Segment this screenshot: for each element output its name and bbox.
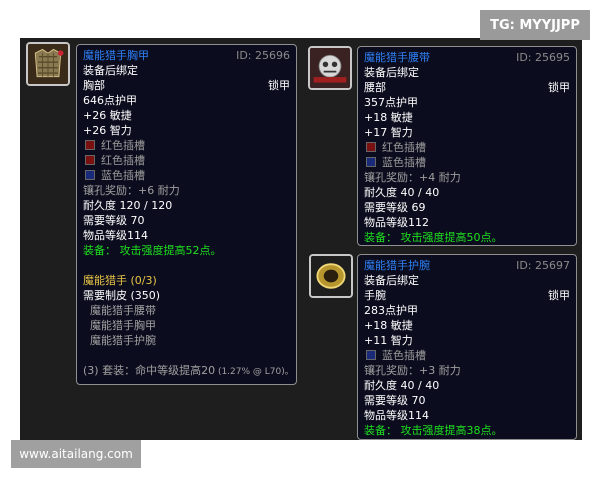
mail-belt-icon[interactable]: [308, 46, 352, 90]
socket-row: 红色插槽: [364, 140, 570, 155]
socket-bonus: 镶孔奖励：+4 耐力: [364, 171, 461, 184]
slot-text: 胸部: [83, 79, 105, 92]
item-level: 物品等级114: [83, 229, 148, 242]
tooltip-belt: 魔能猎手腰带 ID: 25695 装备后绑定 腰部 锁甲 357点护甲 +18 敏捷…: [357, 46, 577, 246]
bind-text: 装备后绑定: [364, 274, 419, 287]
socket-label: 红色插槽: [101, 139, 145, 152]
item-id: ID: 25697: [516, 259, 570, 272]
bind-text: 装备后绑定: [364, 66, 419, 79]
set-item: 魔能猎手腰带: [90, 304, 156, 317]
set-name: 魔能猎手 (0/3): [83, 274, 157, 287]
required-level: 需要等级 70: [83, 214, 145, 227]
red-socket-icon: [366, 142, 376, 152]
item-name: 魔能猎手护腕: [364, 259, 430, 272]
socket-row: 红色插槽: [83, 153, 290, 168]
armor-value: 283点护甲: [364, 304, 418, 317]
socket-row: 蓝色插槽: [83, 168, 290, 183]
equip-effect: 装备： 攻击强度提高52点。: [83, 244, 222, 257]
stat-line: +18 敏捷: [364, 319, 413, 332]
durability: 耐久度 40 / 40: [364, 379, 440, 392]
red-socket-icon: [85, 155, 95, 165]
socket-row: 红色插槽: [83, 138, 290, 153]
socket-bonus: 镶孔奖励：+6 耐力: [83, 184, 180, 197]
required-level: 需要等级 70: [364, 394, 426, 407]
set-item: 魔能猎手护腕: [90, 334, 156, 347]
blue-socket-icon: [366, 157, 376, 167]
set-bonus-detail: (1.27% @ L70)。: [215, 367, 294, 377]
set-item: 魔能猎手胸甲: [90, 319, 156, 332]
set-requirement: 需要制皮 (350): [83, 289, 161, 302]
item-level: 物品等级114: [364, 409, 429, 422]
stat-line: +26 智力: [83, 124, 132, 137]
armor-value: 357点护甲: [364, 96, 418, 109]
armor-type: 锁甲: [548, 289, 570, 302]
socket-bonus: 镶孔奖励：+3 耐力: [364, 364, 461, 377]
watermark-top: TG: MYYJJPP: [480, 10, 590, 40]
armor-type: 锁甲: [548, 81, 570, 94]
watermark-bottom: www.aitailang.com: [11, 440, 141, 468]
blue-socket-icon: [366, 350, 376, 360]
set-bonus: (3) 套装：命中等级提高20 (1.27% @ L70)。: [83, 363, 294, 378]
item-id: ID: 25696: [236, 49, 290, 62]
socket-row: 蓝色插槽: [364, 155, 570, 170]
socket-label: 红色插槽: [101, 154, 145, 167]
socket-label: 蓝色插槽: [382, 156, 426, 169]
durability: 耐久度 40 / 40: [364, 186, 440, 199]
socket-row: 蓝色插槽: [364, 348, 570, 363]
equip-effect: 装备： 攻击强度提高50点。: [364, 231, 503, 244]
item-id: ID: 25695: [516, 51, 570, 64]
socket-label: 红色插槽: [382, 141, 426, 154]
tooltip-chest: 魔能猎手胸甲 ID: 25696 装备后绑定 胸部 锁甲 646点护甲 +26 敏捷…: [76, 44, 297, 385]
socket-label: 蓝色插槽: [382, 349, 426, 362]
blue-socket-icon: [85, 170, 95, 180]
socket-label: 蓝色插槽: [101, 169, 145, 182]
stat-line: +17 智力: [364, 126, 413, 139]
red-socket-icon: [85, 140, 95, 150]
armor-type: 锁甲: [268, 79, 290, 92]
bind-text: 装备后绑定: [83, 64, 138, 77]
slot-text: 腰部: [364, 81, 386, 94]
equip-effect: 装备： 攻击强度提高38点。: [364, 424, 503, 437]
durability: 耐久度 120 / 120: [83, 199, 173, 212]
item-level: 物品等级112: [364, 216, 429, 229]
slot-text: 手腕: [364, 289, 386, 302]
mail-chest-icon[interactable]: [26, 42, 70, 86]
set-bonus-text: (3) 套装：命中等级提高20: [83, 364, 216, 377]
item-name: 魔能猎手腰带: [364, 51, 430, 64]
stat-line: +26 敏捷: [83, 109, 132, 122]
stat-line: +11 智力: [364, 334, 413, 347]
tooltip-bracer: 魔能猎手护腕 ID: 25697 装备后绑定 手腕 锁甲 283点护甲 +18 敏捷…: [357, 254, 577, 440]
stat-line: +18 敏捷: [364, 111, 413, 124]
item-name: 魔能猎手胸甲: [83, 49, 149, 62]
armor-value: 646点护甲: [83, 94, 137, 107]
required-level: 需要等级 69: [364, 201, 426, 214]
mail-bracer-icon[interactable]: [309, 254, 353, 298]
